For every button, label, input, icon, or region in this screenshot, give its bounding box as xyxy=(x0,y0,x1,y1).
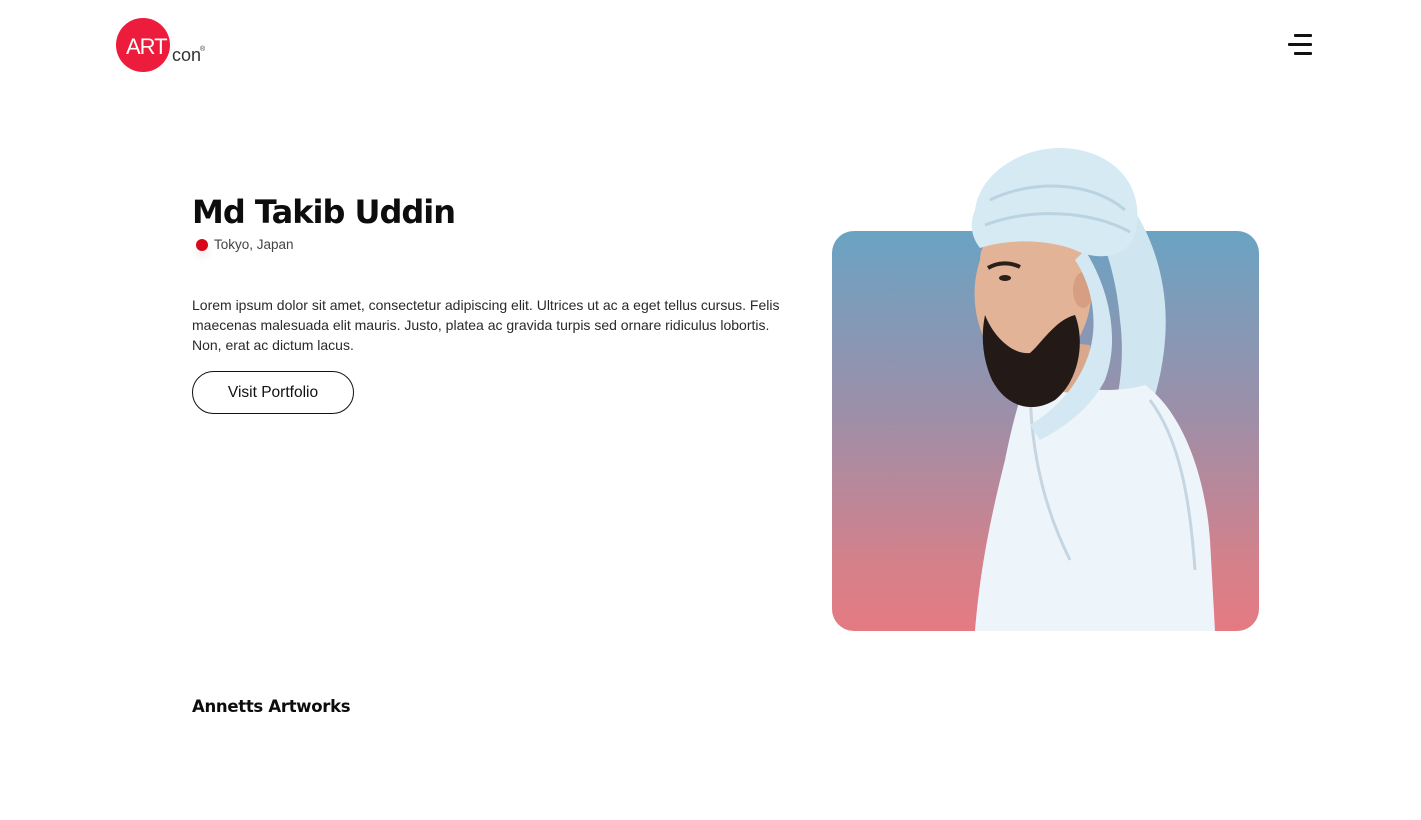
artworks-section-title: Annetts Artworks xyxy=(192,697,351,716)
profile-page: ART con ® Md Takib Uddin Tokyo, Japan Lo… xyxy=(0,0,1421,820)
logo-secondary-text: con xyxy=(172,45,202,65)
profile-name: Md Takib Uddin xyxy=(192,193,456,231)
profile-portrait-image xyxy=(880,140,1240,631)
hamburger-menu-icon[interactable] xyxy=(1284,32,1314,58)
brand-logo[interactable]: ART con ® xyxy=(116,18,216,74)
profile-location: Tokyo, Japan xyxy=(196,237,294,252)
location-dot-icon xyxy=(196,238,208,251)
visit-portfolio-button[interactable]: Visit Portfolio xyxy=(192,371,354,414)
menu-line xyxy=(1294,34,1312,37)
menu-line xyxy=(1294,52,1312,55)
location-text: Tokyo, Japan xyxy=(214,237,294,252)
profile-bio: Lorem ipsum dolor sit amet, consectetur … xyxy=(192,297,780,353)
menu-line xyxy=(1288,43,1312,46)
logo-primary-text: ART xyxy=(126,34,168,59)
logo-registered-mark: ® xyxy=(200,46,206,53)
